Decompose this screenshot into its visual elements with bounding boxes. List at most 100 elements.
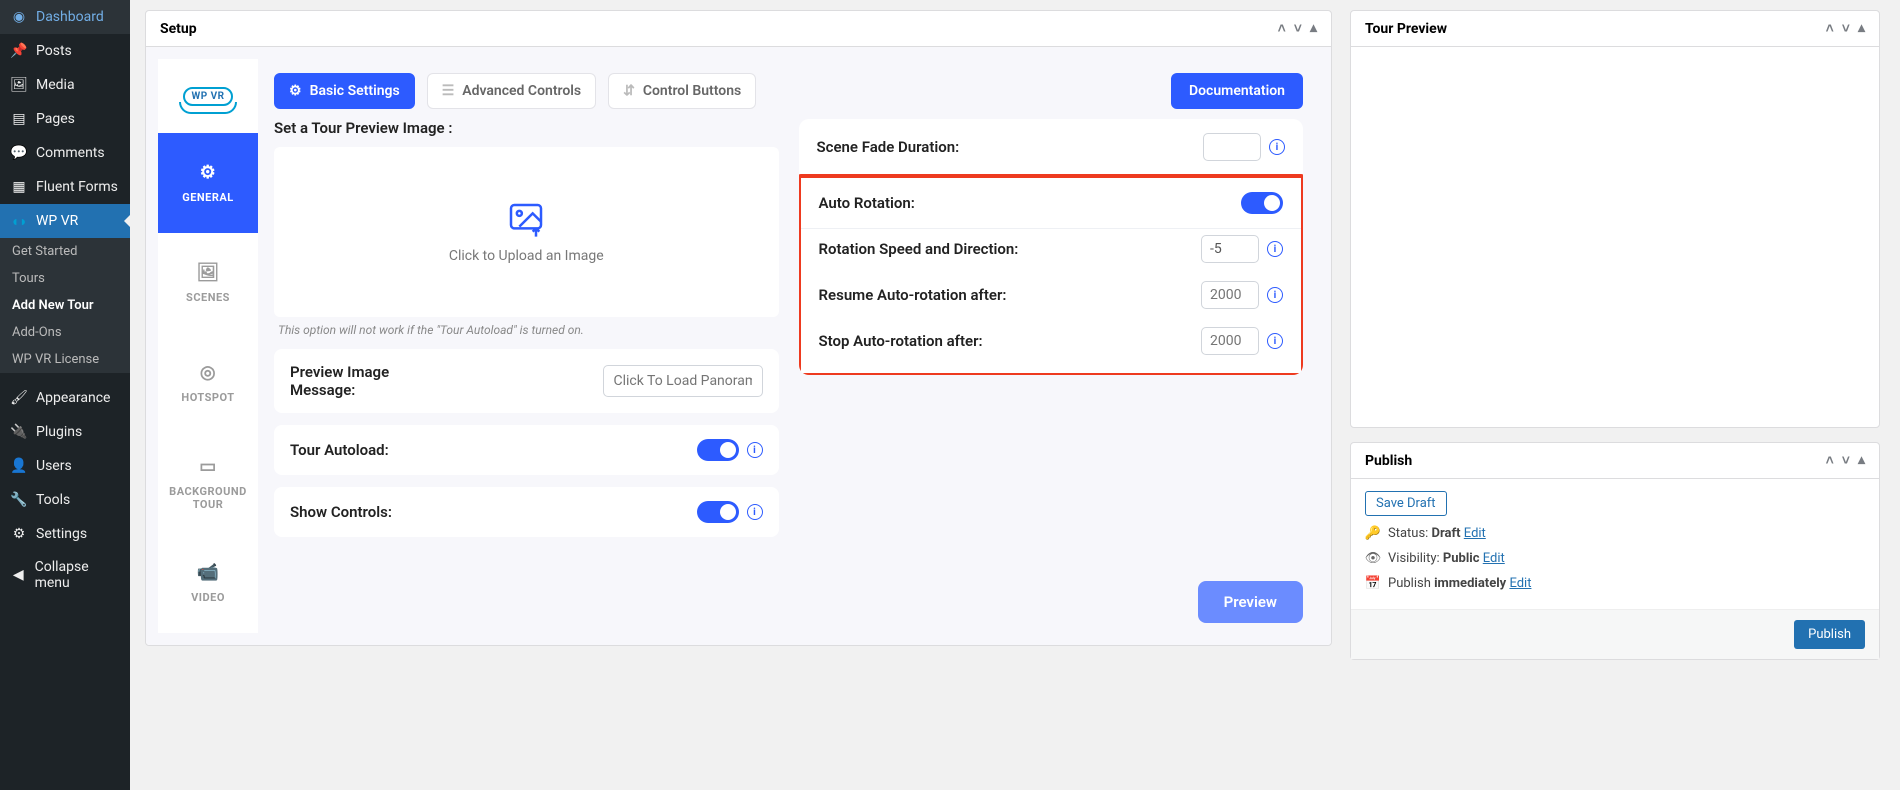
gear-icon: ⚙ [200, 162, 217, 183]
stop-rotation-row: Stop Auto-rotation after: i [819, 327, 1284, 355]
sidebar-item-appearance[interactable]: 🖌 Appearance [0, 381, 130, 415]
info-icon[interactable]: i [1267, 287, 1283, 303]
vtab-general[interactable]: ⚙ GENERAL [158, 133, 258, 233]
panel-move-down-icon[interactable]: ˅ [1842, 20, 1850, 37]
setup-content: ⚙ Basic Settings ☰ Advanced Controls ⇵ C… [258, 59, 1319, 633]
panel-toggle-icon[interactable]: ▴ [1310, 20, 1317, 37]
collapse-icon: ◀ [10, 566, 27, 584]
info-icon[interactable]: i [1267, 333, 1283, 349]
publish-button[interactable]: Publish [1794, 620, 1865, 649]
preview-msg-input[interactable] [603, 365, 763, 397]
sidebar-label: Collapse menu [35, 559, 120, 591]
publish-visibility-row: 👁 Visibility: Public Edit [1365, 551, 1865, 566]
publish-body: Save Draft 🔑 Status: Draft Edit 👁 Visibi… [1351, 479, 1879, 659]
plug-icon: 🔌 [10, 423, 28, 441]
publish-edit-link[interactable]: Edit [1509, 576, 1531, 591]
sidebar-item-fluentforms[interactable]: ▦ Fluent Forms [0, 170, 130, 204]
subitem-get-started[interactable]: Get Started [0, 238, 130, 265]
subitem-license[interactable]: WP VR License [0, 346, 130, 373]
vtab-label: VIDEO [191, 591, 225, 604]
sidebar-item-posts[interactable]: 📌 Posts [0, 34, 130, 68]
publish-header: Publish ˄ ˅ ▴ [1351, 443, 1879, 479]
calendar-icon: 📅 [1365, 576, 1381, 591]
subitem-add-new-tour[interactable]: Add New Tour [0, 292, 130, 319]
auto-rotation-toggle[interactable] [1241, 192, 1283, 214]
sidebar-item-collapse[interactable]: ◀ Collapse menu [0, 551, 130, 599]
sidebar-label: Users [36, 458, 72, 474]
upload-image-box[interactable]: Click to Upload an Image [274, 147, 779, 317]
panel-move-down-icon[interactable]: ˅ [1842, 452, 1850, 469]
screen-icon: ▭ [199, 456, 217, 477]
video-icon: 📹 [197, 562, 220, 583]
info-icon[interactable]: i [1269, 139, 1285, 155]
stop-rotation-label: Stop Auto-rotation after: [819, 332, 983, 350]
resume-rotation-input[interactable] [1201, 281, 1259, 309]
preview-msg-label: Preview Image Message: [290, 363, 430, 399]
sidebar-label: Dashboard [36, 9, 104, 25]
tab-control-buttons[interactable]: ⇵ Control Buttons [608, 73, 756, 109]
tab-label: Basic Settings [310, 83, 400, 99]
visibility-value: Public [1443, 551, 1480, 566]
top-tabs-row: ⚙ Basic Settings ☰ Advanced Controls ⇵ C… [258, 59, 1319, 119]
vtab-label: HOTSPOT [181, 391, 234, 404]
visibility-edit-link[interactable]: Edit [1483, 551, 1505, 566]
vr-icon: ◖◗ [10, 212, 28, 230]
publish-label: Publish [1388, 576, 1434, 591]
subitem-addons[interactable]: Add-Ons [0, 319, 130, 346]
user-icon: 👤 [10, 457, 28, 475]
sidebar-label: Media [36, 77, 75, 93]
rotation-speed-row: Rotation Speed and Direction: i [819, 235, 1284, 263]
save-draft-button[interactable]: Save Draft [1365, 491, 1447, 516]
tab-basic-settings[interactable]: ⚙ Basic Settings [274, 73, 415, 109]
vtab-video[interactable]: 📹 VIDEO [158, 533, 258, 633]
panel-move-up-icon[interactable]: ˄ [1826, 20, 1834, 37]
vtab-background-tour[interactable]: ▭ BACKGROUND TOUR [158, 433, 258, 533]
upload-image-icon [506, 200, 546, 240]
sidebar-item-wpvr[interactable]: ◖◗ WP VR [0, 204, 130, 238]
settings-icon: ⚙ [10, 525, 28, 543]
publish-status-row: 🔑 Status: Draft Edit [1365, 526, 1865, 541]
tab-label: Advanced Controls [462, 83, 581, 99]
tour-preview-header: Tour Preview ˄ ˅ ▴ [1351, 11, 1879, 47]
upload-text: Click to Upload an Image [449, 248, 604, 264]
sidebar-label: Fluent Forms [36, 179, 118, 195]
panel-move-up-icon[interactable]: ˄ [1826, 452, 1834, 469]
sidebar-item-comments[interactable]: 💬 Comments [0, 136, 130, 170]
sidebar-item-media[interactable]: 🖼 Media [0, 68, 130, 102]
info-icon[interactable]: i [747, 442, 763, 458]
panel-toggle-icon[interactable]: ▴ [1858, 452, 1865, 469]
vtab-hotspot[interactable]: ◎ HOTSPOT [158, 333, 258, 433]
sidebar-item-settings[interactable]: ⚙ Settings [0, 517, 130, 551]
sidebar-item-users[interactable]: 👤 Users [0, 449, 130, 483]
preview-button[interactable]: Preview [1198, 581, 1303, 623]
documentation-button[interactable]: Documentation [1171, 73, 1303, 109]
sidebar-label: Posts [36, 43, 72, 59]
key-icon: 🔑 [1365, 526, 1381, 541]
media-icon: 🖼 [10, 76, 28, 94]
status-value: Draft [1432, 526, 1461, 541]
pin-icon: 📌 [10, 42, 28, 60]
sidebar-item-pages[interactable]: ▤ Pages [0, 102, 130, 136]
subitem-tours[interactable]: Tours [0, 265, 130, 292]
info-icon[interactable]: i [1267, 241, 1283, 257]
panel-move-down-icon[interactable]: ˅ [1294, 20, 1302, 37]
sidebar-item-plugins[interactable]: 🔌 Plugins [0, 415, 130, 449]
tour-autoload-toggle[interactable] [697, 439, 739, 461]
panel-toggle-icon[interactable]: ▴ [1858, 20, 1865, 37]
vtab-scenes[interactable]: 🖼 SCENES [158, 233, 258, 333]
tab-advanced-controls[interactable]: ☰ Advanced Controls [427, 73, 596, 109]
wrench-icon: 🔧 [10, 491, 28, 509]
sidebar-item-tools[interactable]: 🔧 Tools [0, 483, 130, 517]
status-label: Status: [1388, 526, 1432, 541]
info-icon[interactable]: i [747, 504, 763, 520]
panel-move-up-icon[interactable]: ˄ [1278, 20, 1286, 37]
rotation-speed-input[interactable] [1201, 235, 1259, 263]
status-edit-link[interactable]: Edit [1464, 526, 1486, 541]
sidebar-item-dashboard[interactable]: ◉ Dashboard [0, 0, 130, 34]
stop-rotation-input[interactable] [1201, 327, 1259, 355]
page-icon: ▤ [10, 110, 28, 128]
autoload-note: This option will not work if the "Tour A… [274, 323, 779, 337]
scene-fade-input[interactable] [1203, 133, 1261, 161]
show-controls-toggle[interactable] [697, 501, 739, 523]
tab-label: Control Buttons [643, 83, 741, 99]
